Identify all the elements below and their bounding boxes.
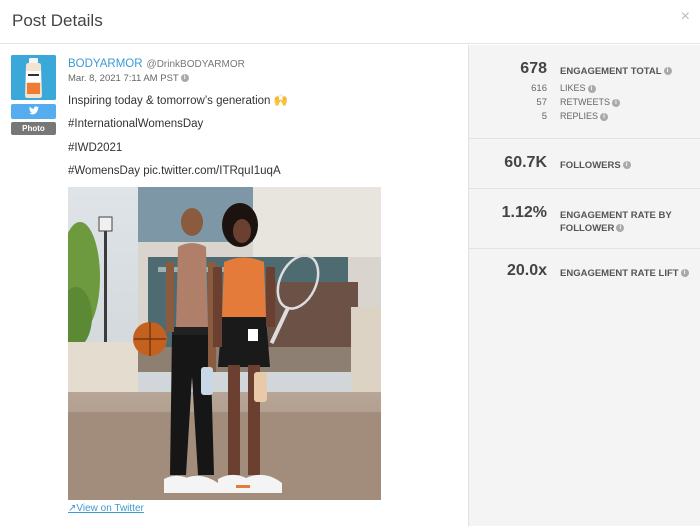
engagement-total-block: 678 ENGAGEMENT TOTAL i 616 LIKES i 57 RETW… bbox=[469, 45, 700, 139]
post-text-line[interactable]: #WomensDay pic.twitter.com/ITRquI1uqA bbox=[68, 165, 281, 177]
post-date: Mar. 8, 2021 7:11 AM PST i bbox=[68, 73, 189, 84]
likes-label: LIKES i bbox=[560, 83, 596, 93]
replies-value: 5 bbox=[541, 111, 547, 122]
post-text-line: #InternationalWomensDay bbox=[68, 118, 204, 130]
engagement-lift-value: 20.0x bbox=[506, 262, 547, 279]
info-icon[interactable]: i bbox=[612, 98, 621, 107]
retweets-label: RETWEETS i bbox=[560, 97, 621, 107]
athletes-photo bbox=[68, 187, 381, 500]
engagement-lift-block: 20.0x ENGAGEMENT RATE LIFT i bbox=[469, 249, 700, 299]
info-icon[interactable]: i bbox=[587, 84, 596, 93]
retweets-value: 57 bbox=[536, 97, 547, 108]
modal-body: Photo BODYARMOR @DrinkBODYARMOR Mar. 8, 2… bbox=[0, 45, 700, 526]
close-icon[interactable]: × bbox=[681, 9, 690, 25]
engagement-total-value: 678 bbox=[520, 60, 547, 77]
info-icon[interactable]: i bbox=[680, 269, 689, 278]
media-type-badge: Photo bbox=[11, 122, 56, 135]
post-content: Photo BODYARMOR @DrinkBODYARMOR Mar. 8, 2… bbox=[0, 45, 468, 526]
avatar bbox=[11, 55, 56, 100]
author-handle: @DrinkBODYARMOR bbox=[146, 59, 245, 70]
engagement-rate-label: ENGAGEMENT RATE BY FOLLOWER i bbox=[560, 210, 672, 234]
followers-label: FOLLOWERS i bbox=[560, 159, 631, 172]
replies-label: REPLIES i bbox=[560, 111, 609, 121]
info-icon[interactable]: i bbox=[622, 161, 631, 170]
info-icon[interactable]: i bbox=[663, 67, 672, 76]
author-name[interactable]: BODYARMOR bbox=[68, 58, 143, 70]
bottle-logo-icon bbox=[11, 55, 56, 100]
info-icon[interactable]: i bbox=[600, 112, 609, 121]
post-text-line: #IWD2021 bbox=[68, 142, 123, 154]
engagement-lift-label: ENGAGEMENT RATE LIFT i bbox=[560, 267, 689, 280]
engagement-rate-value: 1.12% bbox=[501, 204, 547, 221]
info-icon[interactable]: i bbox=[180, 74, 189, 83]
view-on-twitter-link[interactable]: ↗View on Twitter bbox=[68, 503, 144, 514]
stats-panel: 678 ENGAGEMENT TOTAL i 616 LIKES i 57 RETW… bbox=[468, 45, 700, 526]
twitter-icon bbox=[11, 104, 56, 119]
followers-block: 60.7K FOLLOWERS i bbox=[469, 139, 700, 189]
engagement-rate-block: 1.12% ENGAGEMENT RATE BY FOLLOWER i bbox=[469, 189, 700, 249]
post-photo[interactable] bbox=[68, 187, 381, 500]
modal-header: Post Details × bbox=[0, 0, 700, 44]
likes-value: 616 bbox=[531, 83, 547, 94]
modal-title: Post Details bbox=[12, 11, 103, 30]
post-text-line: Inspiring today & tomorrow’s generation … bbox=[68, 95, 288, 107]
info-icon[interactable]: i bbox=[616, 224, 625, 233]
post-details-modal: Post Details × Photo BODYARMOR @DrinkBOD… bbox=[0, 0, 700, 526]
post-author: BODYARMOR @DrinkBODYARMOR bbox=[68, 58, 245, 70]
post-date-text: Mar. 8, 2021 7:11 AM PST bbox=[68, 73, 179, 84]
followers-value: 60.7K bbox=[504, 154, 547, 171]
engagement-total-label: ENGAGEMENT TOTAL i bbox=[560, 65, 672, 78]
